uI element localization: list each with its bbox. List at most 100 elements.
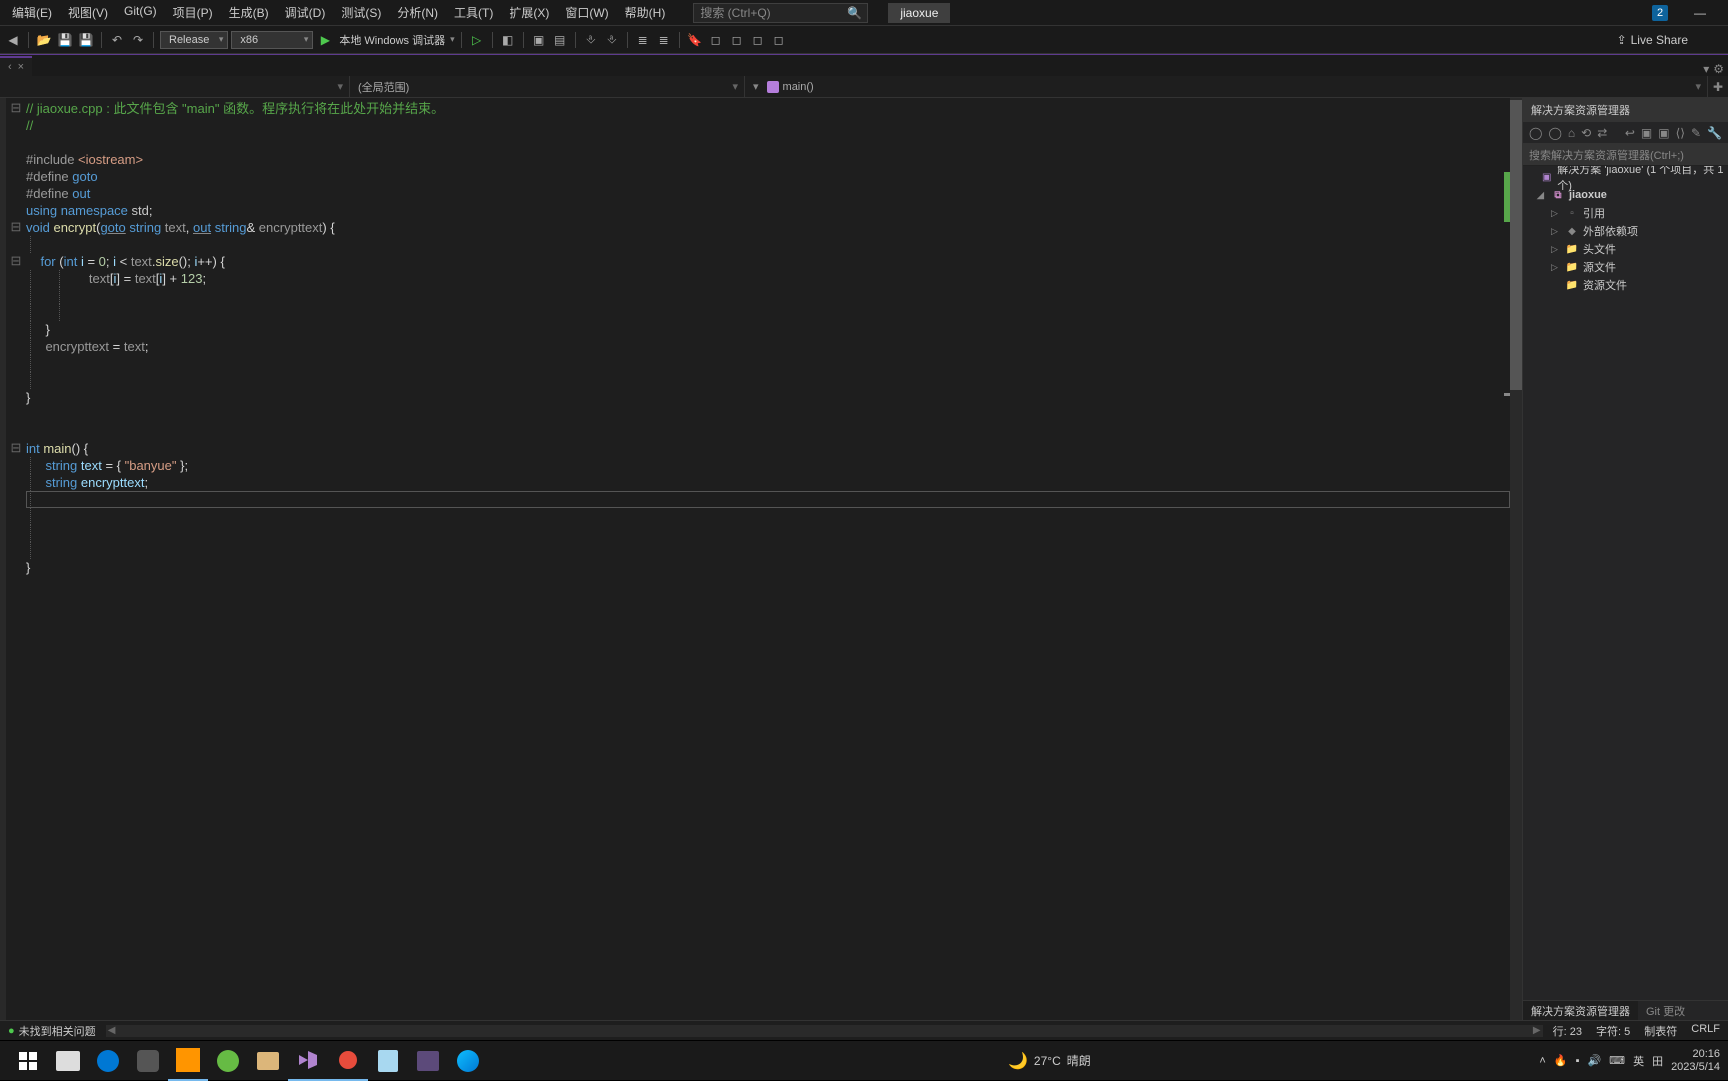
fold-marker[interactable]: ⊟ bbox=[6, 440, 26, 457]
taskbar-app[interactable] bbox=[168, 1041, 208, 1081]
code-line[interactable]: } bbox=[26, 559, 1522, 576]
forward-icon[interactable]: ◯ bbox=[1546, 124, 1563, 142]
code-line[interactable] bbox=[26, 525, 1522, 542]
fold-marker[interactable]: ⊟ bbox=[6, 253, 26, 270]
code-line[interactable] bbox=[26, 372, 1522, 389]
notification-badge[interactable]: 2 bbox=[1652, 5, 1668, 21]
code-line[interactable]: // bbox=[26, 117, 1522, 134]
issues-status[interactable]: 未找到相关问题 bbox=[19, 1023, 96, 1039]
code-line[interactable]: string encrypttext; bbox=[26, 474, 1522, 491]
fold-marker[interactable] bbox=[6, 423, 26, 440]
bookmark-icon[interactable]: 🔖 bbox=[686, 31, 704, 49]
chevron-down-icon[interactable]: ▾ bbox=[1703, 62, 1709, 76]
back-icon[interactable]: ◯ bbox=[1527, 124, 1544, 142]
tray-icon[interactable]: 🔥 bbox=[1554, 1054, 1568, 1067]
open-icon[interactable]: 📂 bbox=[35, 31, 53, 49]
minimize-button[interactable]: — bbox=[1682, 0, 1718, 26]
code-line[interactable]: string text = { "banyue" }; bbox=[26, 457, 1522, 474]
fold-marker[interactable] bbox=[6, 389, 26, 406]
code-line[interactable]: encrypttext = text; bbox=[26, 338, 1522, 355]
sync-icon[interactable]: ⟲ bbox=[1579, 124, 1593, 142]
nav-back-icon[interactable]: ◀ bbox=[4, 31, 22, 49]
fold-marker[interactable] bbox=[6, 508, 26, 525]
code-line[interactable]: #define goto bbox=[26, 168, 1522, 185]
fold-marker[interactable] bbox=[6, 287, 26, 304]
fold-marker[interactable] bbox=[6, 151, 26, 168]
menu-item[interactable]: 分析(N) bbox=[389, 0, 446, 25]
fold-marker[interactable] bbox=[6, 491, 26, 508]
fold-marker[interactable] bbox=[6, 168, 26, 185]
menu-item[interactable]: 编辑(E) bbox=[4, 0, 60, 25]
tool-icon[interactable]: ⎀ bbox=[603, 31, 621, 49]
chevron-down-icon[interactable]: ◢ bbox=[1537, 190, 1547, 201]
taskbar-app[interactable] bbox=[208, 1041, 248, 1081]
start-no-debug-icon[interactable]: ▷ bbox=[468, 31, 486, 49]
solution-search-input[interactable]: 搜索解决方案资源管理器(Ctrl+;) bbox=[1523, 144, 1728, 166]
vertical-scrollbar[interactable] bbox=[1510, 98, 1522, 1020]
chevron-right-icon[interactable]: ▷ bbox=[1551, 244, 1561, 255]
tool-icon[interactable]: ▣ bbox=[1656, 124, 1671, 142]
taskbar-app[interactable] bbox=[368, 1041, 408, 1081]
tool-icon[interactable]: ◻ bbox=[707, 31, 725, 49]
nav-scope-dropdown[interactable]: (全局范围) bbox=[350, 76, 745, 97]
menu-item[interactable]: 生成(B) bbox=[221, 0, 277, 25]
taskbar-app-record[interactable] bbox=[328, 1041, 368, 1081]
split-editor-icon[interactable]: ✚ bbox=[1708, 80, 1728, 94]
char-status[interactable]: 字符: 5 bbox=[1596, 1023, 1630, 1039]
fold-marker[interactable]: ⊟ bbox=[6, 100, 26, 117]
fold-gutter[interactable]: ⊟ ⊟ ⊟ ⊟ bbox=[6, 98, 26, 1020]
nav-function-dropdown[interactable]: ▾ main() bbox=[745, 76, 1708, 97]
line-status[interactable]: 行: 23 bbox=[1553, 1023, 1582, 1039]
indent-status[interactable]: 制表符 bbox=[1644, 1023, 1677, 1039]
gear-icon[interactable]: ⚙ bbox=[1713, 62, 1724, 76]
save-all-icon[interactable]: 💾 bbox=[77, 31, 95, 49]
code-line[interactable] bbox=[26, 423, 1522, 440]
code-line[interactable] bbox=[26, 355, 1522, 372]
fold-marker[interactable] bbox=[6, 134, 26, 151]
switch-icon[interactable]: ⇄ bbox=[1595, 124, 1609, 142]
chevron-right-icon[interactable]: ▷ bbox=[1551, 208, 1561, 219]
eol-status[interactable]: CRLF bbox=[1691, 1023, 1720, 1039]
code-line[interactable] bbox=[26, 236, 1522, 253]
tree-item[interactable]: ▷▫引用 bbox=[1523, 204, 1728, 222]
fold-marker[interactable] bbox=[6, 457, 26, 474]
fold-marker[interactable] bbox=[6, 117, 26, 134]
taskbar-app-vs[interactable] bbox=[288, 1041, 328, 1081]
tool-icon[interactable]: ◧ bbox=[499, 31, 517, 49]
solution-config-dropdown[interactable]: Release bbox=[160, 31, 228, 49]
menu-item[interactable]: 视图(V) bbox=[60, 0, 116, 25]
taskbar-app-edge[interactable] bbox=[448, 1041, 488, 1081]
tool-icon[interactable]: ⎀ bbox=[582, 31, 600, 49]
code-line[interactable]: #include <iostream> bbox=[26, 151, 1522, 168]
menu-item[interactable]: 调试(D) bbox=[277, 0, 334, 25]
code-line[interactable] bbox=[26, 134, 1522, 151]
ime-indicator[interactable]: 田 bbox=[1652, 1053, 1663, 1069]
code-line[interactable] bbox=[26, 287, 1522, 304]
menu-item[interactable]: 帮助(H) bbox=[617, 0, 674, 25]
fold-marker[interactable] bbox=[6, 338, 26, 355]
taskbar-app-explorer[interactable] bbox=[248, 1041, 288, 1081]
code-line[interactable]: } bbox=[26, 321, 1522, 338]
fold-marker[interactable] bbox=[6, 406, 26, 423]
scroll-right-icon[interactable]: ▶ bbox=[1531, 1025, 1543, 1036]
menu-item[interactable]: 扩展(X) bbox=[501, 0, 557, 25]
taskbar-app[interactable] bbox=[128, 1041, 168, 1081]
fold-marker[interactable] bbox=[6, 474, 26, 491]
tab-solution-explorer[interactable]: 解决方案资源管理器 bbox=[1523, 1001, 1638, 1020]
start-debug-icon[interactable]: ▶ bbox=[316, 31, 334, 49]
tool-icon[interactable]: ▣ bbox=[530, 31, 548, 49]
fold-marker[interactable]: ⊟ bbox=[6, 219, 26, 236]
taskbar-app[interactable] bbox=[48, 1041, 88, 1081]
menu-item[interactable]: 工具(T) bbox=[446, 0, 501, 25]
close-icon[interactable]: × bbox=[18, 61, 24, 73]
fold-marker[interactable] bbox=[6, 304, 26, 321]
code-line[interactable]: text[i] = text[i] + 123; bbox=[26, 270, 1522, 287]
tool-icon[interactable]: ◻ bbox=[728, 31, 746, 49]
tool-icon[interactable]: ⟨⟩ bbox=[1674, 124, 1687, 142]
debug-target-label[interactable]: 本地 Windows 调试器 bbox=[339, 32, 445, 48]
tool-icon[interactable]: ↩ bbox=[1623, 124, 1637, 142]
chevron-down-icon[interactable]: ▾ bbox=[450, 34, 455, 45]
tree-item[interactable]: 📁资源文件 bbox=[1523, 276, 1728, 294]
weather-widget[interactable]: 🌙 27°C 晴朗 bbox=[1008, 1051, 1091, 1071]
fold-marker[interactable] bbox=[6, 355, 26, 372]
